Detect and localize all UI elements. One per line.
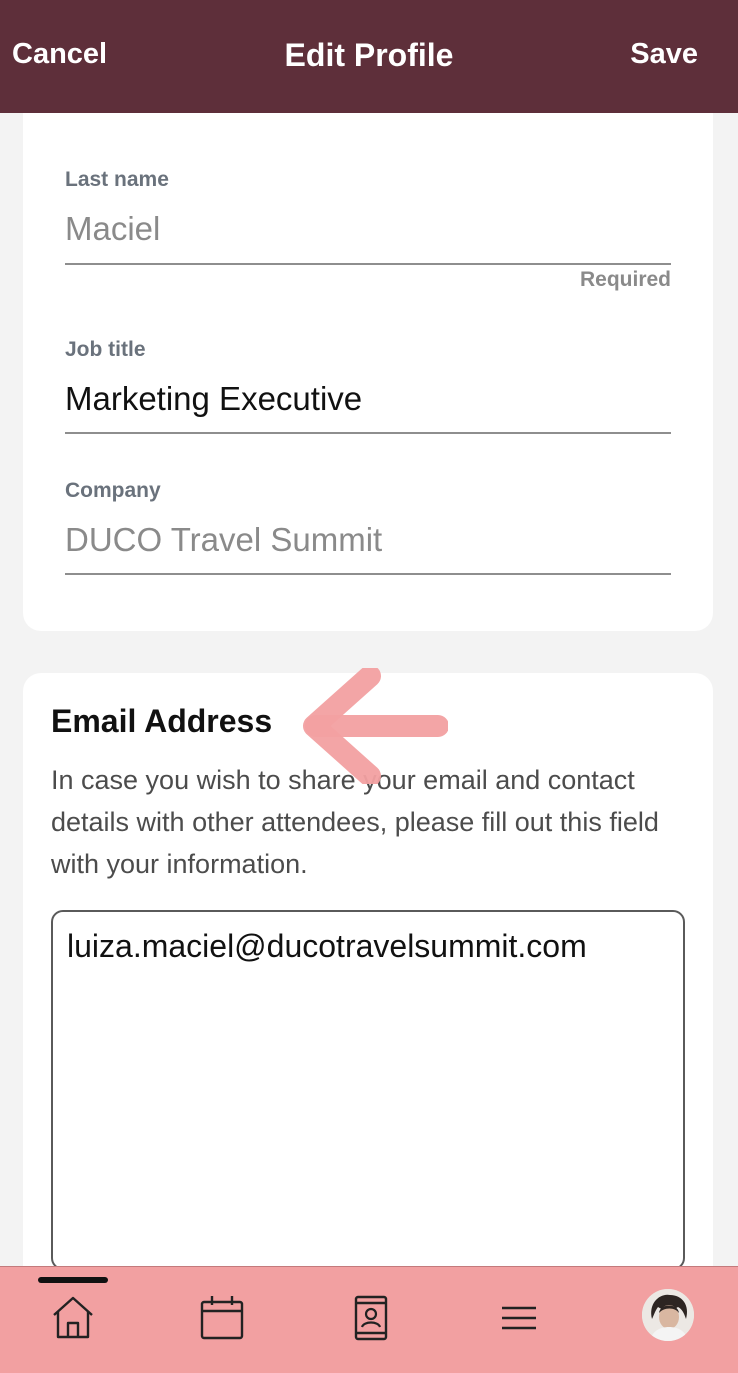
home-icon[interactable] [48,1293,98,1343]
job-title-field[interactable]: Marketing Executive [65,380,362,418]
save-button[interactable]: Save [630,38,698,71]
bottom-tab-bar [0,1266,738,1373]
active-tab-indicator [38,1277,108,1283]
page-title: Edit Profile [284,37,454,73]
job-title-underline [65,432,671,434]
calendar-icon[interactable] [197,1293,247,1343]
last-name-underline [65,263,671,265]
email-textarea[interactable]: luiza.maciel@ducotravelsummit.com [51,910,685,1270]
required-helper-text: Required [579,268,671,291]
contact-book-icon[interactable] [346,1293,396,1343]
job-title-label: Job title [65,338,146,361]
app-header: Cancel Edit Profile Save [0,0,738,113]
annotation-arrow-icon [303,668,448,784]
last-name-field[interactable]: Maciel [65,210,160,248]
hamburger-menu-icon[interactable] [494,1293,544,1343]
last-name-label: Last name [65,168,169,191]
company-label: Company [65,479,161,502]
company-field[interactable]: DUCO Travel Summit [65,521,382,559]
company-underline [65,573,671,575]
avatar[interactable] [642,1289,694,1341]
email-section-title: Email Address [51,703,273,739]
avatar-photo-icon [642,1289,694,1341]
profile-details-card: Last name Maciel Required Job title Mark… [23,113,713,631]
